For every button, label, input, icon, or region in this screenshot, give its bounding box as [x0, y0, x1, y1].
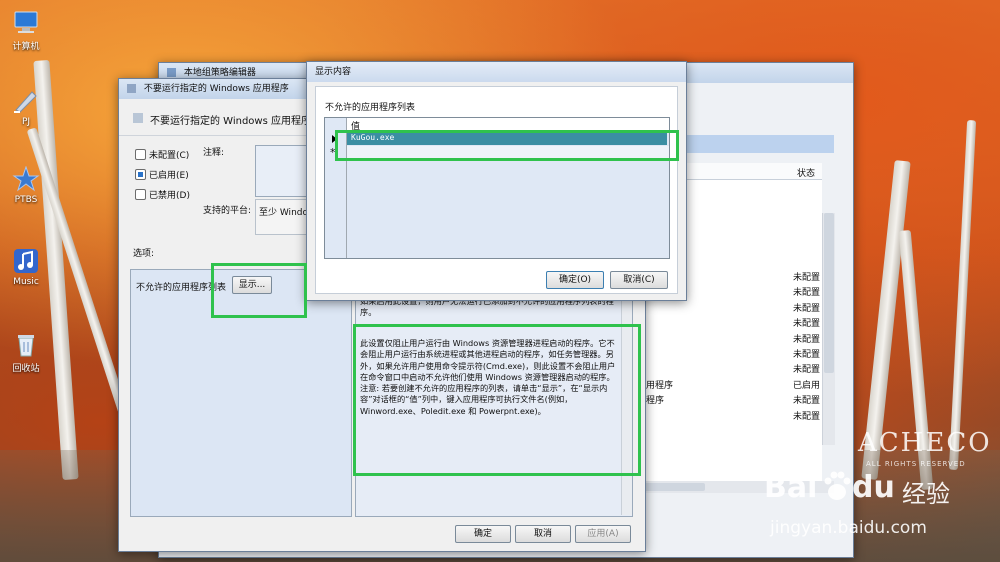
comment-textbox[interactable] [255, 145, 311, 197]
policy-row-name: 用程序 [646, 380, 674, 391]
desktop-icon-label: 回收站 [12, 364, 40, 374]
computer-icon [14, 11, 38, 33]
tree-trunk [948, 120, 977, 470]
radio-enabled[interactable] [135, 169, 146, 180]
annotation-box-value [335, 130, 679, 161]
gpedit-icon [167, 68, 176, 77]
radio-disabled[interactable] [135, 189, 146, 200]
cancel-button[interactable]: 取消 [515, 525, 571, 543]
dialog-title: 显示内容 [315, 67, 352, 77]
radio-enabled-label: 已启用(E) [149, 171, 189, 181]
baidu-logo: Bai du 经验 [764, 468, 960, 514]
policy-row-status: 未配置 [793, 365, 821, 376]
dialog-titlebar[interactable]: 显示内容 [307, 62, 686, 82]
policy-row-status: 未配置 [793, 396, 821, 407]
policy-row[interactable]: 未配置 [646, 269, 822, 283]
pacheco-watermark: ACHECO [858, 428, 992, 458]
baidu-paw-icon [824, 471, 851, 500]
platform-box: 至少 Windo [255, 199, 311, 235]
policy-row-status: 未配置 [793, 273, 821, 283]
desktop-icon-label: 计算机 [12, 42, 40, 52]
dialog-body: 不允许的应用程序列表 值 KuGou.exe * 确定(O) 取消(C) [315, 86, 678, 294]
policy-row[interactable]: 未配置 [646, 331, 822, 345]
annotation-box-help [353, 324, 641, 476]
dialog-list-label: 不允许的应用程序列表 [325, 103, 416, 113]
dialog-ok-button[interactable]: 确定(O) [546, 271, 604, 289]
platform-label: 支持的平台: [203, 206, 252, 216]
show-contents-dialog[interactable]: 显示内容 不允许的应用程序列表 值 KuGou.exe * 确定(O) 取消(C… [306, 61, 687, 301]
radio-disabled-label: 已禁用(D) [149, 191, 190, 201]
policy-row[interactable]: 程序 未配置 [646, 392, 822, 406]
column-header-status[interactable]: 状态 [797, 166, 815, 179]
platform-value: 至少 Windo [259, 208, 308, 218]
policy-row[interactable]: 用程序 已启用 [646, 377, 822, 391]
comment-label: 注释: [203, 148, 225, 158]
policy-heading: 不要运行指定的 Windows 应用程序 [150, 116, 311, 127]
vertical-scrollbar[interactable] [822, 213, 835, 445]
desktop-icon-label: Music [13, 277, 39, 287]
options-label: 选项: [133, 249, 155, 259]
radio-not-configured-label: 未配置(C) [149, 151, 190, 161]
baidu-jingyan-text: 经验 [902, 480, 950, 508]
window-title: 本地组策略编辑器 [183, 68, 256, 78]
star-icon [12, 166, 40, 192]
baidu-brand-text: Bai [764, 470, 818, 505]
policy-row-status: 未配置 [793, 411, 821, 422]
policy-icon [133, 113, 143, 123]
desktop-icon-label: PJ [21, 117, 31, 127]
policy-row[interactable]: 未配置 [646, 284, 822, 298]
policy-row[interactable]: 未配置 [646, 361, 822, 375]
baidu-brand-text-2: du [852, 470, 895, 505]
recycle-bin-icon [18, 335, 34, 357]
policy-row[interactable]: 未配置 [646, 315, 822, 329]
desktop-icon-label: PTBS [14, 195, 38, 205]
policy-row-status: 未配置 [793, 319, 821, 330]
music-icon [14, 249, 38, 273]
desktop-icon-ptbs[interactable]: PTBS [4, 166, 48, 205]
policy-row-status: 未配置 [793, 303, 821, 314]
desktop-icon-computer[interactable]: 计算机 [4, 10, 48, 52]
shortcut-icon [14, 91, 37, 113]
policy-icon [127, 84, 136, 93]
policy-row[interactable]: 未配置 [646, 346, 822, 360]
policy-row[interactable]: 未配置 [646, 408, 822, 422]
desktop-icon-recycle-bin[interactable]: 回收站 [4, 332, 48, 374]
ok-button[interactable]: 确定 [455, 525, 511, 543]
policy-row-status: 未配置 [793, 288, 821, 299]
window-title: 不要运行指定的 Windows 应用程序 [143, 84, 289, 94]
site-watermark: jingyan.baidu.com [770, 518, 927, 538]
radio-not-configured[interactable] [135, 149, 146, 160]
apply-button[interactable]: 应用(A) [575, 525, 631, 543]
scrollbar-thumb[interactable] [824, 213, 834, 373]
policy-row-status: 未配置 [793, 334, 821, 345]
policy-row-name: 程序 [646, 396, 665, 407]
desktop-icon-pj[interactable]: PJ [4, 88, 48, 127]
policy-row[interactable]: 未配置 [646, 300, 822, 314]
annotation-box-show-button [211, 263, 307, 318]
policy-row-status: 未配置 [793, 350, 821, 360]
desktop-icon-music[interactable]: Music [4, 248, 48, 287]
policy-row-status: 已启用 [793, 380, 821, 391]
rights-watermark: ALL RIGHTS RESERVED [866, 460, 966, 468]
